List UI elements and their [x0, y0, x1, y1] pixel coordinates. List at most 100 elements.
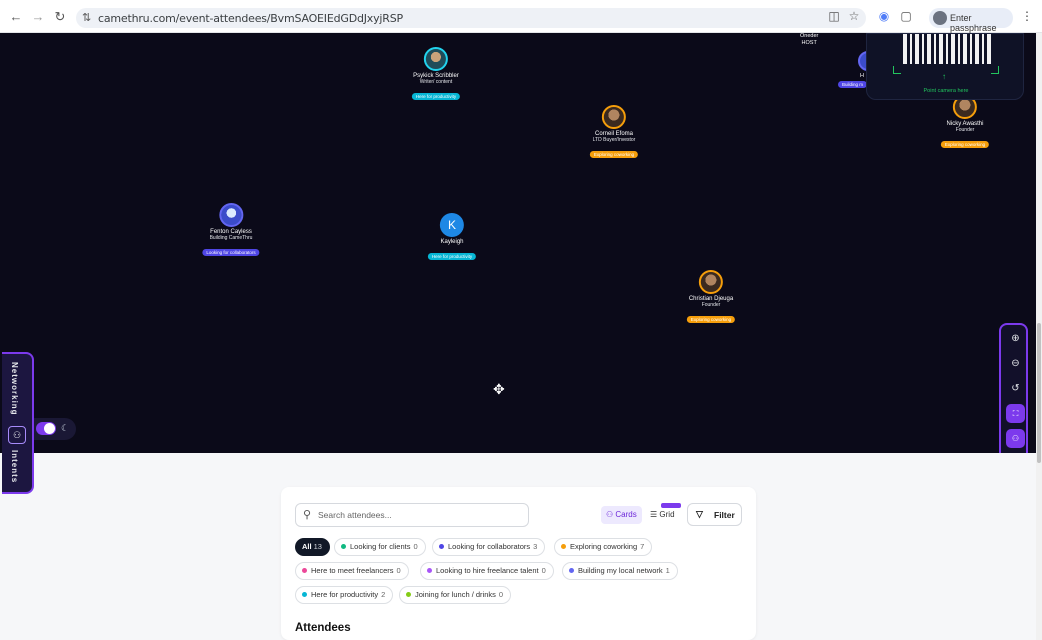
qr-code-image — [903, 34, 991, 64]
intent-chip[interactable]: Exploring coworking 7 — [554, 538, 653, 556]
fullscreen-icon[interactable]: ⛶ — [1006, 404, 1025, 423]
filter-button[interactable]: ▽ Filter — [687, 503, 742, 526]
intent-tag: Here for productivity — [411, 93, 461, 100]
qr-frame-corner — [893, 66, 901, 74]
view-toggle: ⚇ Cards ☰ Grid — [601, 506, 683, 524]
filter-icon: ▽ — [696, 509, 703, 519]
reset-view-icon[interactable]: ↺ — [1006, 379, 1025, 398]
browser-toolbar: ← → ↻ ⇅ camethru.com/event-attendees/Bvm… — [0, 0, 1042, 33]
search-input[interactable] — [318, 507, 518, 523]
scrollbar-thumb[interactable] — [1037, 323, 1041, 463]
zoom-in-icon[interactable]: ⊕ — [1006, 329, 1025, 348]
address-bar[interactable]: ⇅ camethru.com/event-attendees/BvmSAOEIE… — [76, 8, 866, 28]
attendee-node[interactable]: Nicky Awasthi Founder Exploring coworking — [940, 95, 990, 151]
qr-frame-corner — [991, 66, 999, 74]
qr-scan-panel: ↑ Point camera here — [866, 33, 1024, 100]
attendee-name: Kayleigh — [440, 239, 464, 245]
attendee-node[interactable]: Fenton Cayless Building CameThru Looking f… — [202, 203, 260, 259]
attendee-role: Founder — [955, 127, 975, 133]
search-icon: ⚲ — [303, 509, 312, 521]
chip-label: Looking to hire freelance talent — [436, 566, 539, 575]
profile-avatar — [933, 11, 947, 25]
attendee-node[interactable]: K Kayleigh Here for productivity — [427, 213, 477, 263]
attendee-node[interactable]: Psykick Scribbler Writer/ content Here for… — [411, 47, 461, 103]
people-icon[interactable]: ⚇ — [1006, 429, 1025, 448]
back-icon[interactable]: ← — [8, 9, 24, 25]
avatar — [219, 203, 243, 227]
grid-view-button[interactable]: ☰ Grid — [645, 506, 680, 524]
chip-count: 3 — [533, 542, 538, 551]
intent-chip[interactable]: Looking for clients 0 — [334, 538, 426, 556]
chip-count: 0 — [541, 566, 546, 575]
toggle-knob — [44, 423, 55, 434]
attendee-role: Founder — [701, 302, 721, 308]
page-scrollbar[interactable] — [1036, 33, 1042, 640]
passphrase-button[interactable]: Enter passphrase — [929, 8, 1013, 33]
arrow-up-icon: ↑ — [942, 72, 946, 81]
chip-label: Looking for collaborators — [448, 542, 531, 551]
avatar: K — [439, 213, 464, 237]
chip-label: Building my local network — [578, 566, 663, 575]
intent-chip[interactable]: Joining for lunch / drinks 0 — [399, 586, 512, 604]
filter-label: Filter — [714, 510, 735, 520]
passphrase-label: Enter passphrase — [950, 13, 997, 33]
color-dot-icon — [561, 543, 566, 549]
networking-label: Networking — [10, 362, 19, 416]
qr-hint-text: Point camera here — [923, 88, 969, 94]
avatar — [602, 105, 626, 129]
avatar — [423, 47, 448, 71]
browser-menu-icon[interactable]: ⋮ — [1021, 9, 1033, 23]
grid-label: Grid — [659, 510, 675, 519]
theme-toggle[interactable] — [36, 422, 56, 435]
url-text: camethru.com/event-attendees/BvmSAOEIEdG… — [98, 12, 403, 25]
chip-count: 2 — [381, 590, 386, 599]
chip-label: Joining for lunch / drinks — [415, 590, 496, 599]
section-title: Attendees — [295, 622, 351, 634]
host-role: HOST — [801, 40, 817, 46]
intent-tag: Here for productivity — [427, 253, 477, 260]
color-dot-icon — [341, 543, 346, 549]
attendee-role: LTD Buyer/Investor — [592, 137, 636, 143]
chip-label: All — [302, 542, 312, 551]
chip-count: 7 — [640, 542, 645, 551]
reload-icon[interactable]: ↻ — [52, 9, 68, 25]
color-dot-icon — [406, 591, 411, 597]
bookmark-star-icon[interactable]: ☆ — [846, 9, 862, 23]
forward-icon[interactable]: → — [30, 9, 46, 25]
cards-label: Cards — [615, 510, 637, 519]
intent-chip[interactable]: Here for productivity 2 — [295, 586, 394, 604]
intent-chip[interactable]: Here to meet freelancers 0 — [295, 562, 409, 580]
avatar — [699, 270, 723, 294]
network-canvas[interactable]: Psykick Scribbler Writer/ content Here for… — [0, 33, 1036, 453]
attendee-role: Building CameThru — [209, 235, 253, 241]
extension-circle-icon[interactable]: ◉ — [876, 9, 892, 23]
chip-count: 1 — [665, 566, 670, 575]
chip-count: 0 — [413, 542, 418, 551]
color-dot-icon — [439, 543, 444, 549]
moon-icon: ☾ — [61, 423, 70, 433]
intent-tag: Exploring coworking — [940, 141, 990, 148]
cards-view-button[interactable]: ⚇ Cards — [601, 506, 642, 524]
extensions-puzzle-icon[interactable]: ▢ — [898, 9, 914, 23]
intent-chip[interactable]: Building my local network 1 — [562, 562, 678, 580]
chip-all[interactable]: All 13 — [295, 538, 330, 556]
attendee-node[interactable]: Corneil Efoma LTD Buyer/Investor Exploring… — [589, 105, 639, 161]
networking-intents-tab[interactable]: Networking ⚇ Intents — [2, 352, 34, 494]
zoom-out-icon[interactable]: ⊖ — [1006, 354, 1025, 373]
chip-count: 13 — [313, 542, 322, 551]
people-icon: ⚇ — [8, 426, 26, 444]
chip-label: Here for productivity — [311, 590, 379, 599]
host-name: Oneder — [800, 33, 819, 39]
color-dot-icon — [302, 567, 307, 573]
site-settings-icon[interactable]: ⇅ — [82, 11, 91, 24]
intent-chip[interactable]: Looking for collaborators 3 — [432, 538, 546, 556]
intents-label: Intents — [10, 450, 19, 484]
intent-chip[interactable]: Looking to hire freelance talent 0 — [420, 562, 554, 580]
host-label: Oneder HOST — [800, 33, 818, 47]
install-icon[interactable]: ◫ — [826, 9, 842, 23]
attendee-node[interactable]: Christian Djeuga Founder Exploring coworki… — [686, 270, 736, 326]
attendees-panel: ⚲ ⚇ Cards ☰ Grid ▽ Filter All13Looking f… — [281, 487, 756, 640]
chip-label: Exploring coworking — [570, 542, 638, 551]
search-box: ⚲ — [295, 503, 529, 527]
intent-tag: Building m — [838, 81, 868, 88]
